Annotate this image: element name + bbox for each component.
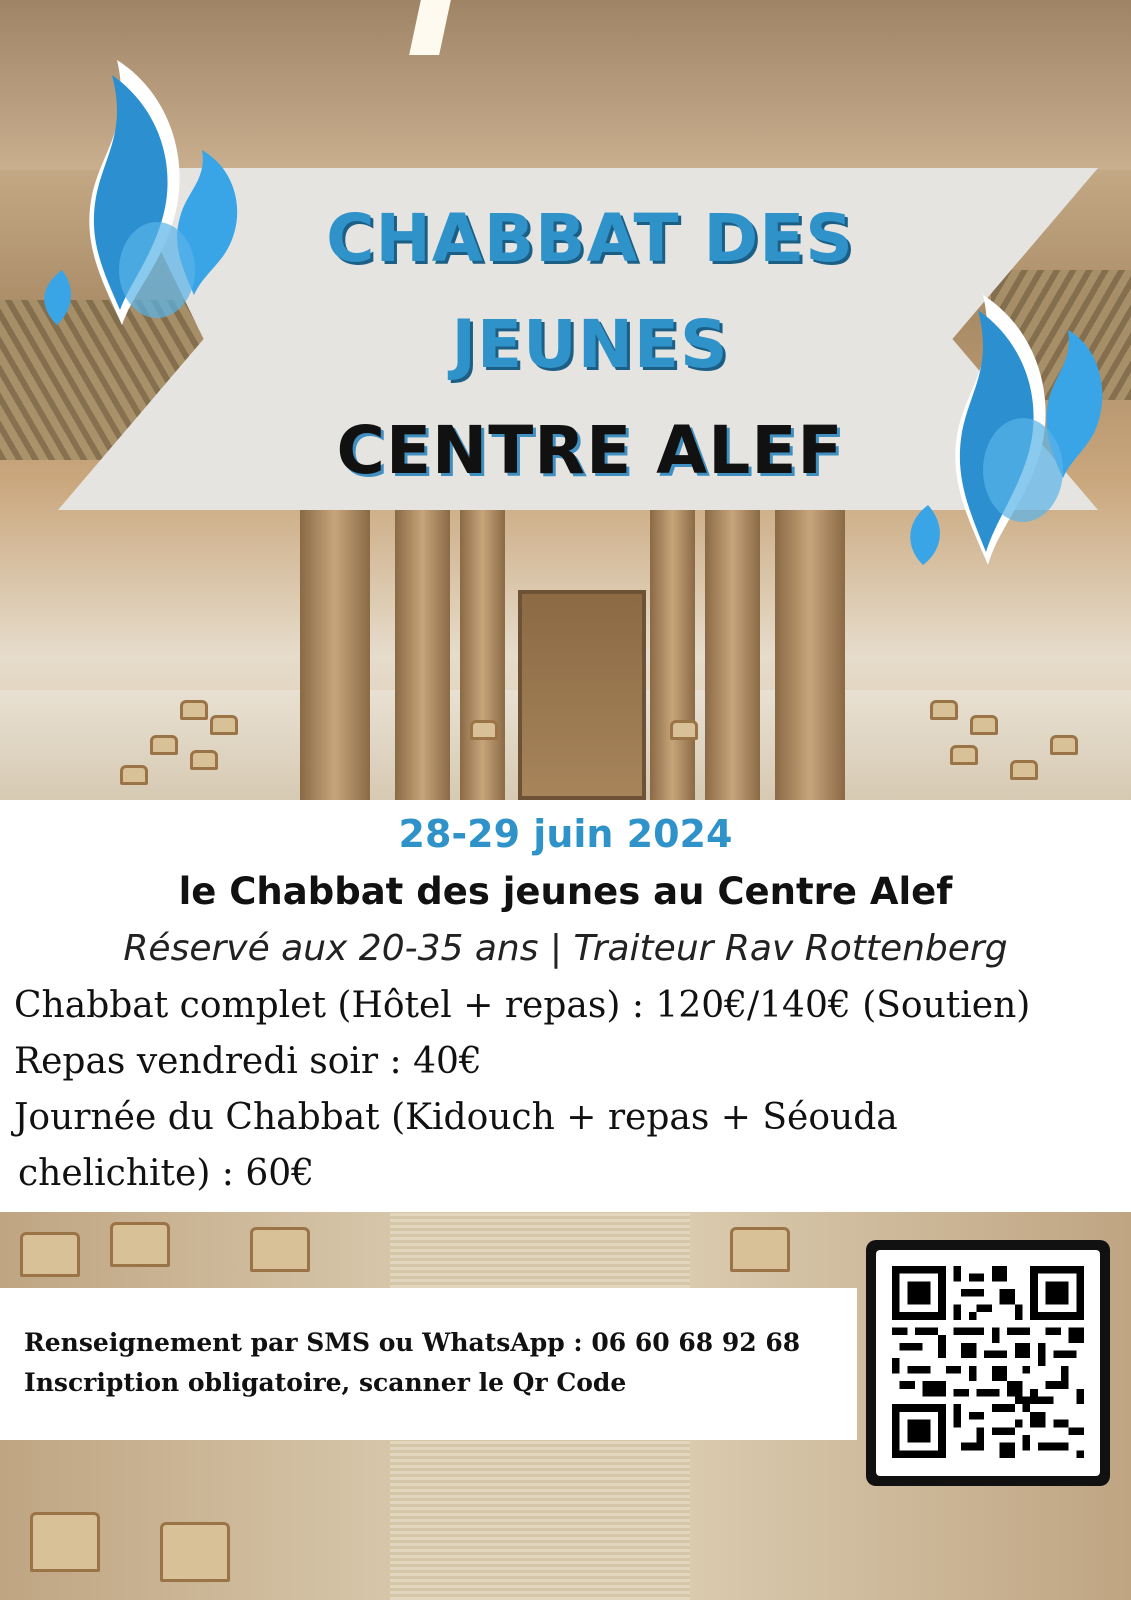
price-item-chabbat-day: Journée du Chabbat (Kidouch + repas + Sé… — [14, 1097, 898, 1138]
contact-phone: Renseignement par SMS ou WhatsApp : 06 6… — [24, 1328, 801, 1357]
chair — [1010, 760, 1038, 780]
chair — [470, 720, 498, 740]
wall-panel — [705, 510, 760, 800]
torah-ark — [518, 590, 646, 800]
qr-code-icon[interactable] — [892, 1266, 1084, 1458]
flame-logo-icon — [44, 60, 238, 325]
chair — [180, 700, 208, 720]
chair — [120, 765, 148, 785]
title-line-1: CHABBAT DES — [326, 200, 854, 277]
chair — [160, 1522, 230, 1582]
wall-panel — [395, 510, 450, 800]
chair — [950, 745, 978, 765]
event-subtitle: le Chabbat des jeunes au Centre Alef — [178, 870, 953, 913]
contact-box — [0, 1288, 857, 1440]
wall-panel — [300, 510, 370, 800]
title-line-3: CENTRE ALEF — [336, 412, 844, 489]
wall-panel — [460, 510, 505, 800]
event-tagline: Réservé aux 20-35 ans | Traiteur Rav Rot… — [123, 928, 1008, 969]
registration-note: Inscription obligatoire, scanner le Qr C… — [24, 1368, 627, 1397]
chair — [30, 1512, 100, 1572]
chair — [110, 1222, 170, 1267]
price-item-friday-meal: Repas vendredi soir : 40€ — [14, 1041, 482, 1082]
wall-panel — [650, 510, 695, 800]
price-item-chabbat-day-cont: chelichite) : 60€ — [18, 1153, 315, 1194]
chair — [730, 1227, 790, 1272]
price-item-full-chabbat: Chabbat complet (Hôtel + repas) : 120€/1… — [14, 985, 1031, 1026]
chair — [20, 1232, 80, 1277]
chair — [970, 715, 998, 735]
chair — [190, 750, 218, 770]
flame-logo-icon — [910, 295, 1103, 565]
wall-panel — [775, 510, 845, 800]
event-date: 28-29 juin 2024 — [398, 812, 733, 856]
chair — [930, 700, 958, 720]
chair — [250, 1227, 310, 1272]
chair — [670, 720, 698, 740]
chair — [150, 735, 178, 755]
title-line-2: JEUNES — [451, 306, 729, 383]
chair — [210, 715, 238, 735]
chair — [1050, 735, 1078, 755]
